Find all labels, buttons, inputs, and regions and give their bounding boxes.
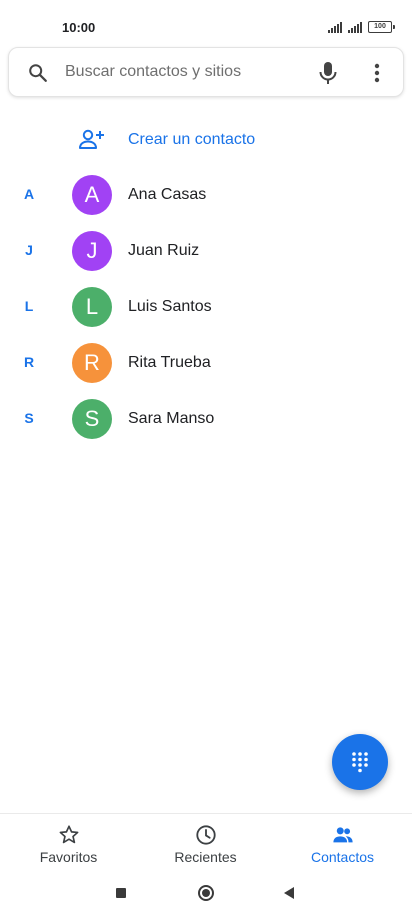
create-contact-button[interactable]: Crear un contacto (0, 118, 412, 162)
tab-label: Recientes (174, 849, 237, 865)
status-bar: 10:00 100 (0, 0, 412, 46)
dialpad-icon (352, 752, 368, 773)
tab-favorites[interactable]: Favoritos (0, 814, 137, 874)
contact-row[interactable]: J J Juan Ruiz (0, 223, 412, 279)
tab-label: Contactos (310, 849, 375, 865)
avatar[interactable]: S (72, 399, 112, 439)
signal-icon (348, 22, 362, 33)
contact-name: Ana Casas (128, 186, 207, 203)
bottom-nav: Favoritos Recientes Contactos (0, 813, 412, 873)
avatar[interactable]: J (72, 231, 112, 271)
contacts-screen: 10:00 100 Buscar contactos y sitios Crea… (0, 0, 412, 915)
avatar[interactable]: L (72, 287, 112, 327)
clock-icon (196, 825, 216, 845)
people-icon (333, 827, 353, 843)
search-icon[interactable] (27, 62, 49, 84)
star-icon (59, 825, 79, 844)
section-letter: R (23, 354, 35, 370)
mic-icon[interactable] (316, 60, 340, 86)
section-letter: J (25, 242, 33, 258)
recent-apps-icon[interactable] (116, 888, 126, 898)
section-letter: A (23, 186, 35, 202)
create-contact-label: Crear un contacto (128, 131, 256, 148)
avatar[interactable]: R (72, 343, 112, 383)
tab-contacts[interactable]: Contactos (274, 814, 411, 874)
dialpad-button[interactable] (332, 734, 388, 790)
system-nav-bar (0, 875, 412, 915)
contact-name: Luis Santos (128, 298, 212, 315)
person-add-icon (79, 129, 104, 149)
contact-row[interactable]: R R Rita Trueba (0, 335, 412, 391)
more-vert-icon[interactable] (366, 61, 388, 85)
contact-name: Sara Manso (128, 410, 215, 427)
status-time: 10:00 (62, 20, 96, 35)
contact-list: A A Ana Casas J J Juan Ruiz L L Luis San… (0, 167, 412, 447)
section-letter: L (24, 298, 34, 314)
battery-icon: 100 (368, 21, 395, 33)
status-icons: 100 (328, 21, 395, 33)
contact-row[interactable]: S S Sara Manso (0, 391, 412, 447)
back-icon[interactable] (284, 887, 294, 899)
section-letter: S (24, 410, 34, 426)
signal-icon (328, 22, 342, 33)
search-input[interactable]: Buscar contactos y sitios (65, 63, 241, 81)
search-bar[interactable]: Buscar contactos y sitios (8, 47, 404, 97)
contact-row[interactable]: L L Luis Santos (0, 279, 412, 335)
contact-name: Rita Trueba (128, 354, 211, 371)
contact-row[interactable]: A A Ana Casas (0, 167, 412, 223)
contact-name: Juan Ruiz (128, 242, 200, 259)
home-icon[interactable] (198, 885, 214, 901)
tab-label: Favoritos (39, 849, 98, 865)
avatar[interactable]: A (72, 175, 112, 215)
tab-recents[interactable]: Recientes (137, 814, 274, 874)
